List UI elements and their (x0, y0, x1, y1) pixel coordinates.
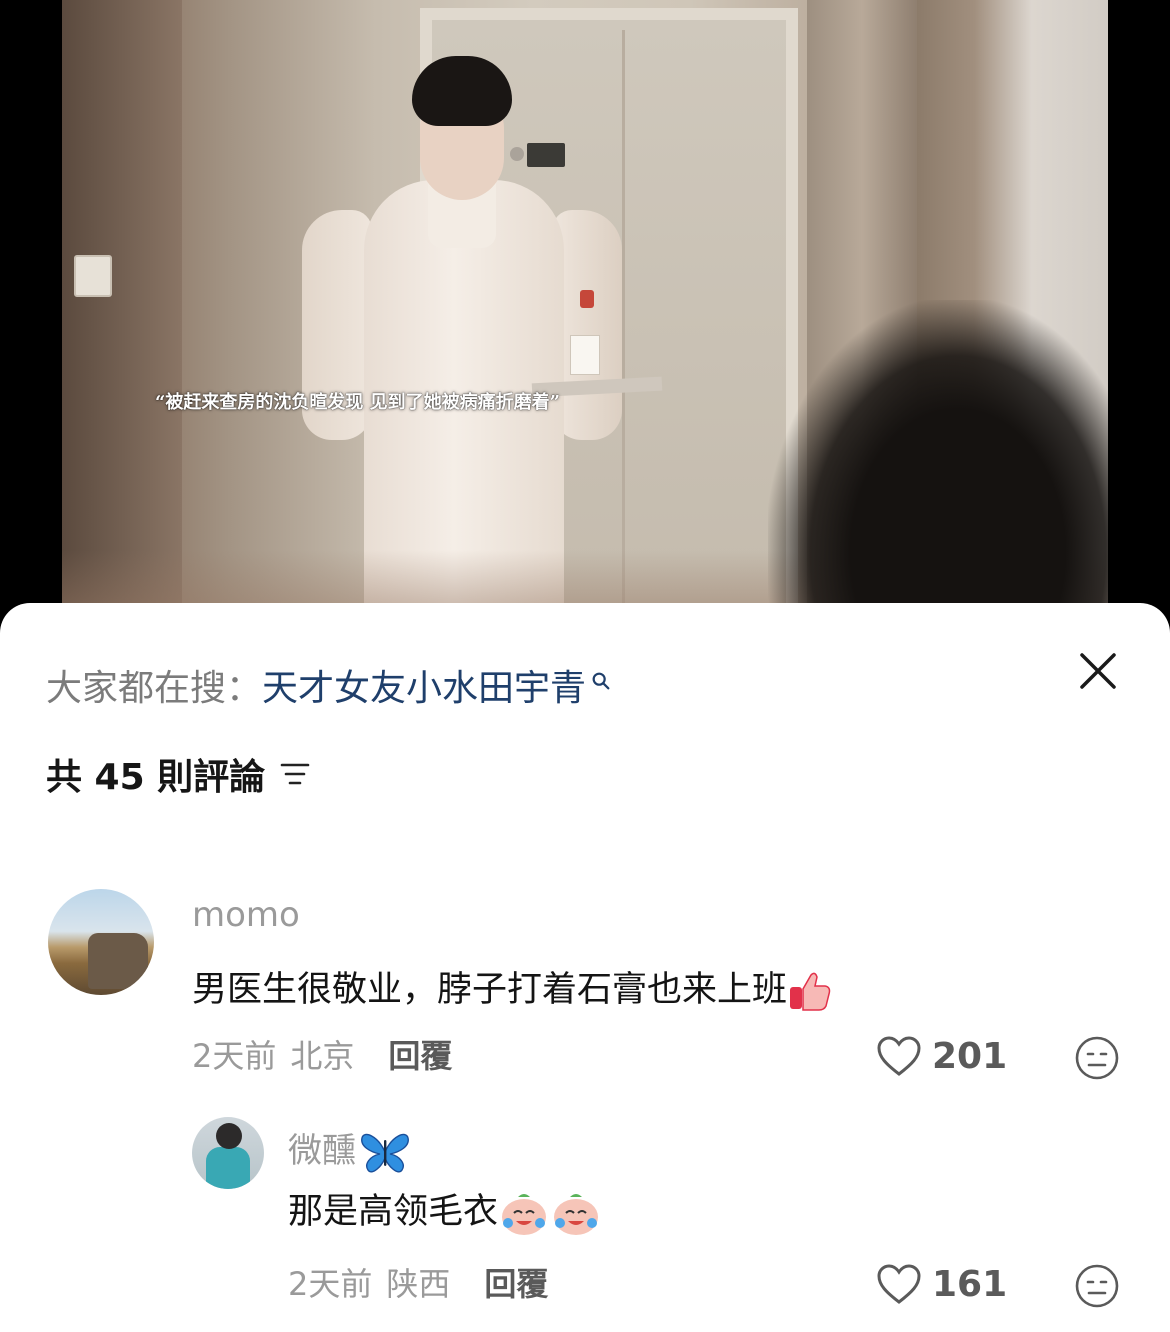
search-icon (590, 660, 620, 690)
avatar[interactable] (192, 1117, 264, 1189)
video-wall-left (62, 0, 182, 640)
heart-icon (877, 1036, 921, 1076)
comment-count-header: 共 45 則評論 (46, 748, 311, 800)
comment-text-content: 男医生很敬业，脖子打着石膏也来上班 (192, 970, 788, 1010)
crying-laughing-peach-icon (554, 1194, 599, 1235)
comment-text: 那是高领毛衣 (288, 1183, 602, 1237)
video-frame (62, 0, 1108, 640)
video-subtitle: “被赶来查房的沈负暄发现 见到了她被病痛折磨着” (155, 392, 560, 413)
comment-meta: 2天前 陕西 回覆 (288, 1259, 548, 1305)
neutral-face-icon[interactable] (1074, 1263, 1120, 1309)
comment-text-content: 那是高领毛衣 (288, 1192, 499, 1232)
comment-meta: 2天前 北京 回覆 (192, 1031, 452, 1077)
video-foreground-blur (768, 300, 1108, 640)
like-count: 161 (932, 1263, 1008, 1305)
comment-time: 2天前 (192, 1037, 277, 1075)
reply-button[interactable]: 回覆 (388, 1031, 452, 1077)
trending-search-label: 大家都在搜： (46, 668, 263, 709)
neutral-face-icon[interactable] (1074, 1035, 1120, 1081)
heart-icon (877, 1264, 921, 1304)
comment-location: 陕西 (386, 1265, 451, 1303)
avatar[interactable] (48, 889, 154, 995)
close-icon[interactable] (1076, 649, 1120, 693)
like-button[interactable]: 201 (876, 1035, 1007, 1077)
video-player[interactable]: “被赶来查房的沈负暄发现 见到了她被病痛折磨着” (0, 0, 1170, 640)
like-count: 201 (932, 1035, 1008, 1077)
comment-time: 2天前 (288, 1265, 373, 1303)
comment-count: 共 45 則評論 (46, 757, 266, 798)
video-door-line (622, 30, 625, 630)
crying-laughing-peach-icon (502, 1194, 547, 1235)
thumbs-up-icon (790, 972, 831, 1011)
comments-sheet: 大家都在搜： 天才女友小水田宇青 共 45 則評論 momo 男医生很敬业，脖子… (0, 603, 1170, 1332)
sort-icon[interactable] (279, 759, 311, 789)
comment-username[interactable]: 微醺 (288, 1123, 412, 1176)
comment-username-text: 微醺 (288, 1131, 356, 1171)
reply-button[interactable]: 回覆 (484, 1259, 548, 1305)
trending-search-term[interactable]: 天才女友小水田宇青 (262, 659, 586, 711)
butterfly-icon (361, 1133, 409, 1172)
comment-text: 男医生很敬业，脖子打着石膏也来上班 (192, 961, 833, 1013)
video-light-switch (74, 255, 112, 297)
comment-location: 北京 (290, 1037, 355, 1075)
comment-username[interactable]: momo (192, 895, 300, 935)
like-button[interactable]: 161 (876, 1263, 1007, 1305)
trending-search[interactable]: 大家都在搜： 天才女友小水田宇青 (46, 659, 620, 711)
